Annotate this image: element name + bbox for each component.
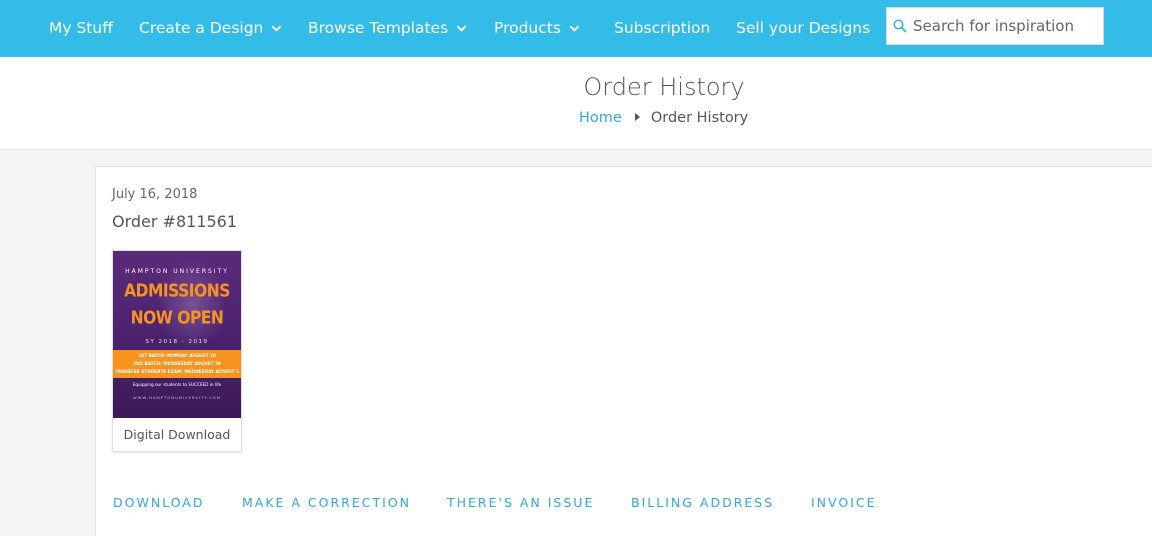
product-thumbnail[interactable]: HAMPTON UNIVERSITY ADMISSIONS NOW OPEN S… [113, 251, 241, 418]
report-issue-link[interactable]: THERE'S AN ISSUE [447, 495, 594, 510]
search-input[interactable] [913, 8, 1101, 44]
top-navigation-bar: My Stuff Create a Design Browse Template… [0, 0, 1152, 57]
thumbnail-headline-1: ADMISSIONS [124, 280, 230, 302]
order-card: July 16, 2018 Order #811561 HAMPTON UNIV… [95, 166, 1152, 536]
breadcrumb-home-link[interactable]: Home [579, 110, 622, 126]
search-box [886, 7, 1104, 45]
nav-browse-templates[interactable]: Browse Templates [308, 0, 467, 57]
thumbnail-tagline: Equipping our students to SUCCEED in lif… [132, 382, 222, 387]
thumbnail-headline-2: NOW OPEN [130, 307, 224, 329]
invoice-link[interactable]: INVOICE [811, 495, 877, 510]
nav-create-a-design-label: Create a Design [139, 19, 264, 37]
nav-subscription[interactable]: Subscription [614, 0, 710, 57]
product-type-label: Digital Download [123, 427, 231, 442]
thumbnail-orange-band: 1ST BATCH: MONDAY AUGUST 20 2ND BATCH: W… [113, 350, 241, 378]
thumbnail-batch-3: TRANSFER STUDENTS EXAM: WEDNESDAY AUGUST… [114, 369, 240, 374]
nav-subscription-label: Subscription [614, 19, 711, 37]
page-title: Order History [583, 73, 745, 101]
order-date: July 16, 2018 [112, 187, 198, 202]
nav-browse-templates-label: Browse Templates [308, 19, 449, 37]
thumbnail-batch-1: 1ST BATCH: MONDAY AUGUST 20 [138, 353, 216, 358]
thumbnail-website: WWW.HAMPTONUNIVERSITY.COM [132, 395, 222, 400]
breadcrumb-current: Order History [650, 110, 749, 126]
thumbnail-batch-2: 2ND BATCH: WEDNESDAY AUGUST 29 [133, 361, 221, 366]
chevron-down-icon [456, 25, 467, 32]
breadcrumb-separator-icon [634, 113, 640, 121]
nav-products-label: Products [494, 19, 561, 37]
order-number: Order #811561 [112, 212, 238, 231]
chevron-down-icon [272, 25, 282, 32]
make-a-correction-link[interactable]: MAKE A CORRECTION [242, 495, 411, 510]
billing-address-link[interactable]: BILLING ADDRESS [631, 495, 774, 510]
page-header: Order History Home Order History [0, 57, 1152, 150]
nav-products[interactable]: Products [494, 0, 580, 57]
nav-sell-your-designs[interactable]: Sell your Designs [736, 0, 870, 57]
download-link[interactable]: DOWNLOAD [113, 495, 205, 510]
chevron-down-icon [569, 25, 580, 32]
search-icon [893, 19, 907, 33]
thumbnail-years: SY 2018 - 2019 [145, 339, 209, 345]
nav-my-stuff-label: My Stuff [49, 19, 113, 37]
breadcrumb: Home Order History [579, 110, 748, 126]
order-item-card[interactable]: HAMPTON UNIVERSITY ADMISSIONS NOW OPEN S… [112, 250, 242, 452]
nav-create-a-design[interactable]: Create a Design [139, 0, 282, 57]
nav-sell-your-designs-label: Sell your Designs [736, 19, 871, 37]
thumbnail-university: HAMPTON UNIVERSITY [125, 268, 229, 275]
nav-my-stuff[interactable]: My Stuff [49, 0, 113, 57]
